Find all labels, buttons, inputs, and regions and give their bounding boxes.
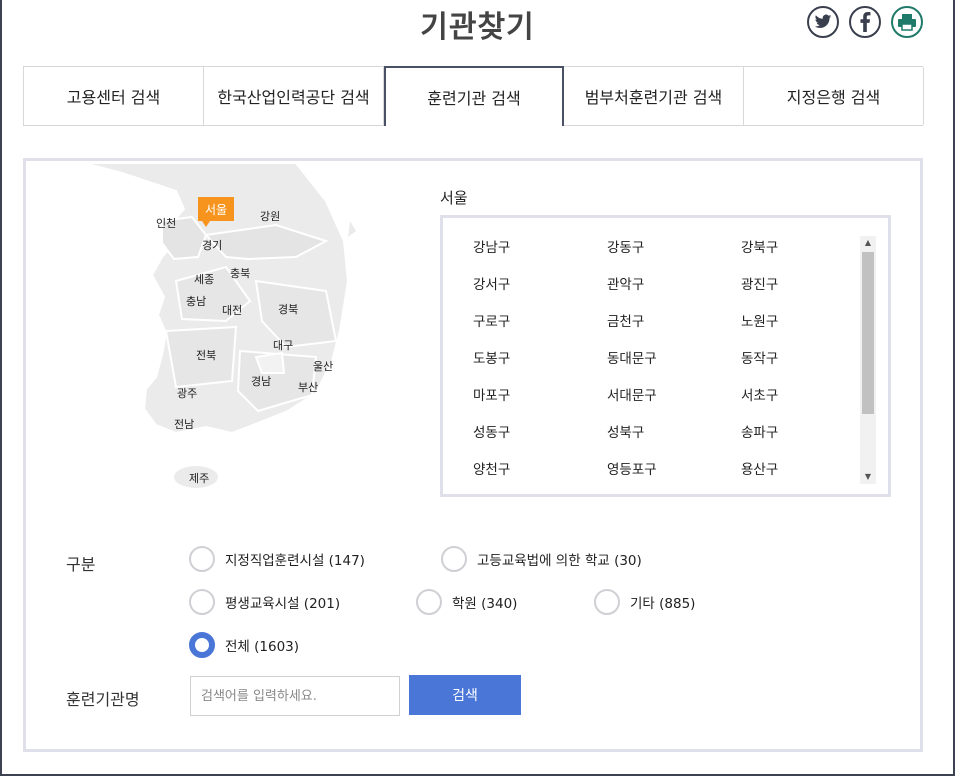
map-label-sejong[interactable]: 세종 [194, 271, 214, 287]
district-item[interactable]: 용산구 [741, 460, 853, 480]
map-label-incheon[interactable]: 인천 [156, 215, 176, 231]
search-button[interactable]: 검색 [409, 675, 521, 715]
korea-map: 서울 인천 강원 경기 세종 충북 충남 대전 경북 대구 울산 전북 경남 부… [26, 161, 366, 501]
radio-circle[interactable] [594, 589, 620, 615]
radio-label: 학원 (340) [452, 596, 518, 612]
map-label-gangwon[interactable]: 강원 [260, 208, 280, 224]
district-item[interactable]: 서초구 [741, 386, 853, 406]
tab-hrd-korea[interactable]: 한국산업인력공단 검색 [204, 67, 384, 125]
daegu-shape [254, 351, 286, 374]
radio-label: 전체 (1603) [225, 639, 300, 655]
radio-circle[interactable] [189, 589, 215, 615]
district-item[interactable]: 동대문구 [607, 349, 741, 369]
map-label-gwangju[interactable]: 광주 [177, 385, 197, 401]
radio-label: 고등교육법에 의한 학교 (30) [477, 553, 642, 569]
district-item[interactable]: 금천구 [607, 312, 741, 332]
tab-designated-bank[interactable]: 지정은행 검색 [744, 67, 924, 125]
radio-circle-checked[interactable] [189, 632, 215, 658]
map-label-ulsan[interactable]: 울산 [313, 358, 333, 374]
district-item[interactable]: 강북구 [741, 238, 853, 258]
district-item[interactable]: 영등포구 [607, 460, 741, 480]
district-grid: 강남구 강동구 강북구 강서구 관악구 광진구 구로구 금천구 노원구 도봉구 … [473, 238, 853, 480]
twitter-icon[interactable] [807, 6, 839, 38]
map-label-jeju[interactable]: 제주 [189, 470, 209, 486]
district-item[interactable]: 서대문구 [607, 386, 741, 406]
region-badge-seoul[interactable]: 서울 [198, 197, 234, 227]
district-item[interactable]: 구로구 [473, 312, 607, 332]
map-label-gyeonggi[interactable]: 경기 [202, 237, 222, 253]
district-item[interactable]: 성북구 [607, 423, 741, 443]
district-item[interactable]: 관악구 [607, 275, 741, 295]
district-item[interactable]: 강서구 [473, 275, 607, 295]
district-scrollbar[interactable]: ▲ ▼ [860, 236, 876, 484]
radio-label: 기타 (885) [630, 596, 696, 612]
radio-lifelong-education[interactable]: 평생교육시설 (201) [189, 589, 340, 615]
map-label-gyeongnam[interactable]: 경남 [251, 373, 271, 389]
scroll-up-icon[interactable]: ▲ [860, 236, 876, 250]
tab-training-institution[interactable]: 훈련기관 검색 [384, 66, 564, 126]
scroll-down-icon[interactable]: ▼ [860, 470, 876, 484]
scroll-thumb[interactable] [862, 252, 874, 414]
tab-employment-center[interactable]: 고용센터 검색 [24, 67, 204, 125]
radio-higher-education-school[interactable]: 고등교육법에 의한 학교 (30) [441, 546, 642, 572]
category-label: 구분 [66, 555, 96, 574]
district-item[interactable]: 강동구 [607, 238, 741, 258]
tab-bar: 고용센터 검색 한국산업인력공단 검색 훈련기관 검색 범부처훈련기관 검색 지… [23, 66, 924, 126]
dokdo-shape [348, 221, 356, 237]
district-item[interactable]: 송파구 [741, 423, 853, 443]
radio-vocational-facility[interactable]: 지정직업훈련시설 (147) [189, 546, 365, 572]
district-item[interactable]: 노원구 [741, 312, 853, 332]
district-item[interactable]: 동작구 [741, 349, 853, 369]
radio-label: 지정직업훈련시설 (147) [225, 553, 365, 569]
district-item[interactable]: 양천구 [473, 460, 607, 480]
radio-other[interactable]: 기타 (885) [594, 589, 695, 615]
map-label-daejeon[interactable]: 대전 [222, 302, 242, 318]
map-label-gyeongbuk[interactable]: 경북 [278, 301, 298, 317]
radio-circle[interactable] [189, 546, 215, 572]
facebook-icon[interactable] [849, 6, 881, 38]
map-label-busan[interactable]: 부산 [298, 379, 318, 395]
search-panel: 서울 인천 강원 경기 세종 충북 충남 대전 경북 대구 울산 전북 경남 부… [23, 158, 923, 752]
district-item[interactable]: 성동구 [473, 423, 607, 443]
district-list-box: 강남구 강동구 강북구 강서구 관악구 광진구 구로구 금천구 노원구 도봉구 … [440, 215, 891, 497]
radio-label: 평생교육시설 (201) [225, 596, 341, 612]
district-item[interactable]: 강남구 [473, 238, 607, 258]
map-label-jeonbuk[interactable]: 전북 [196, 347, 216, 363]
institution-search-input[interactable] [190, 676, 400, 716]
map-label-jeonnam[interactable]: 전남 [174, 416, 194, 432]
radio-all[interactable]: 전체 (1603) [189, 632, 299, 658]
district-item[interactable]: 광진구 [741, 275, 853, 295]
radio-academy[interactable]: 학원 (340) [416, 589, 517, 615]
selected-region-title: 서울 [440, 189, 468, 207]
print-icon[interactable] [891, 6, 923, 38]
radio-circle[interactable] [441, 546, 467, 572]
radio-circle[interactable] [416, 589, 442, 615]
district-item[interactable]: 마포구 [473, 386, 607, 406]
map-label-chungnam[interactable]: 충남 [186, 293, 206, 309]
tab-cross-ministry-institution[interactable]: 범부처훈련기관 검색 [564, 67, 744, 125]
institution-name-label: 훈련기관명 [66, 690, 140, 709]
district-item[interactable]: 도봉구 [473, 349, 607, 369]
korea-map-shape [83, 162, 356, 488]
map-label-daegu[interactable]: 대구 [273, 337, 293, 353]
map-label-chungbuk[interactable]: 충북 [230, 265, 250, 281]
